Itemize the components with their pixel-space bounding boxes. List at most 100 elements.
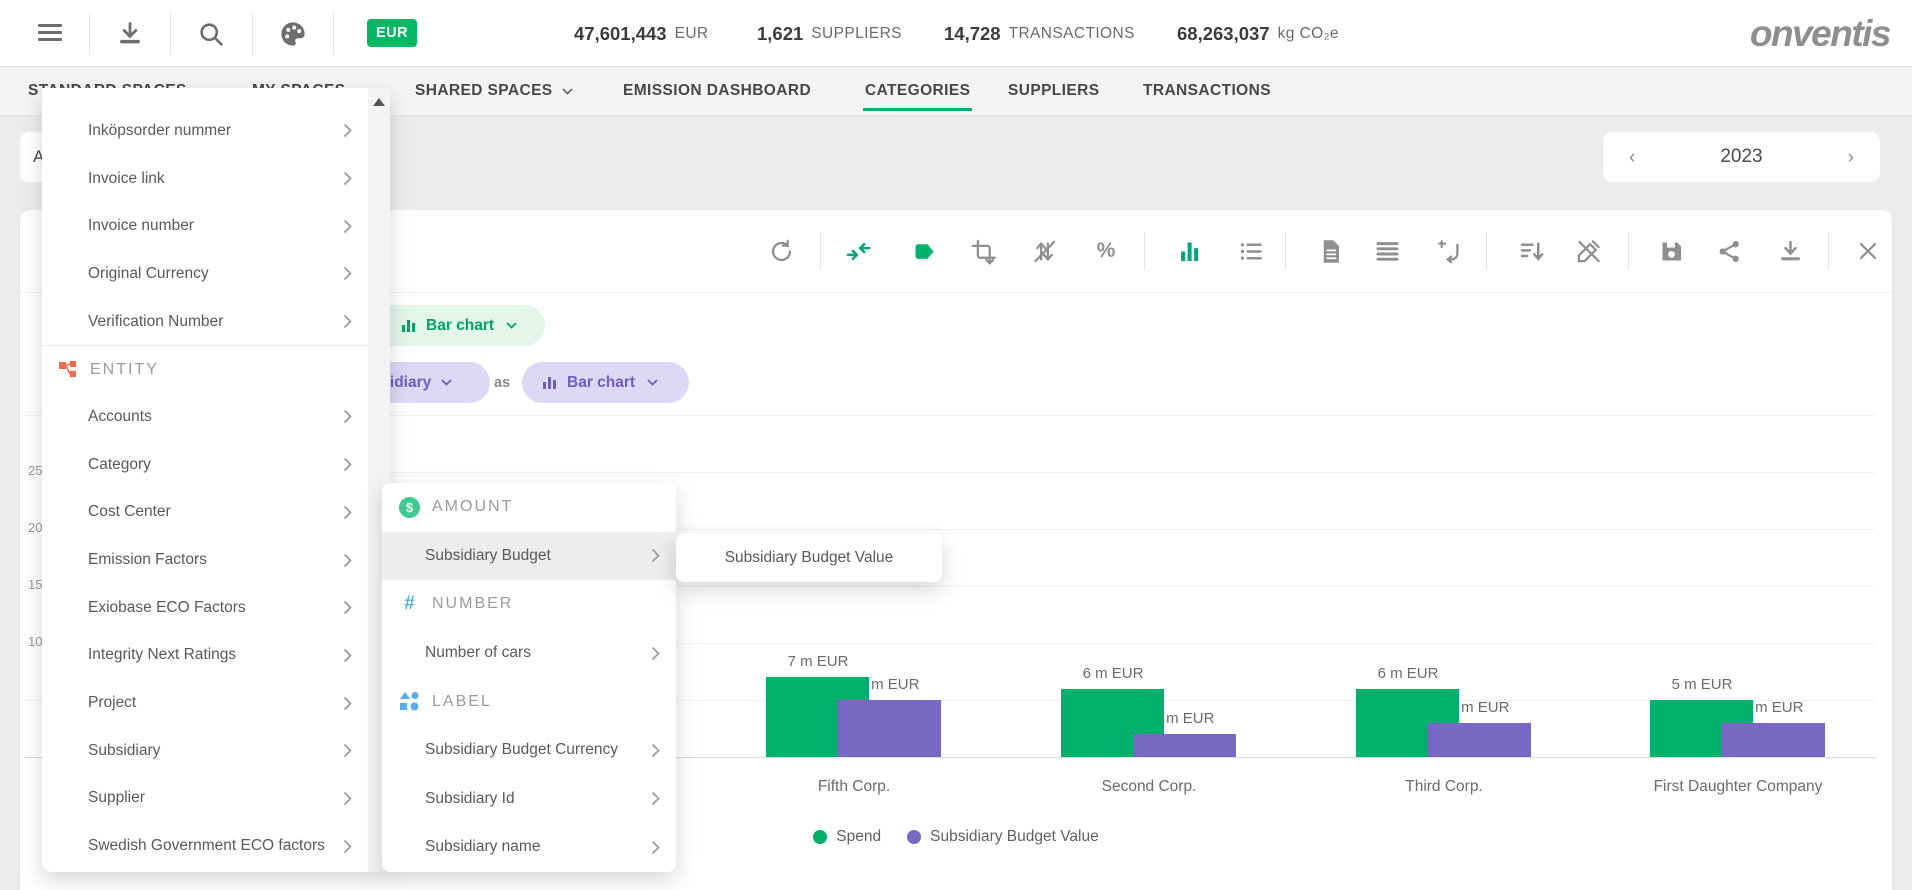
stat-value: 14,728: [944, 23, 1001, 45]
shapes-icon: [399, 691, 420, 712]
report-icon[interactable]: [1316, 237, 1344, 265]
chevron-right-icon: [343, 648, 352, 663]
share-icon[interactable]: [1715, 237, 1743, 265]
stat-label: EUR: [675, 25, 709, 43]
menu-item-project[interactable]: Project: [42, 679, 368, 727]
chevron-right-icon: [343, 123, 352, 138]
chevron-right-icon: [343, 219, 352, 234]
onventis-logo: onventis: [1750, 13, 1890, 55]
chevron-right-icon: [343, 839, 352, 854]
legend-item[interactable]: Spend: [813, 828, 881, 846]
menu-item-swedish-government-eco-factors[interactable]: Swedish Government ECO factors: [42, 822, 368, 870]
menu-item-inkopsorder-nummer[interactable]: Inköpsorder nummer: [42, 107, 368, 155]
legend-dot-icon: [813, 830, 827, 844]
download-icon[interactable]: [116, 20, 144, 48]
menu-item-supplier[interactable]: Supplier: [42, 775, 368, 823]
legend-label: Spend: [836, 828, 881, 846]
menu-item-exiobase-eco-factors[interactable]: Exiobase ECO Factors: [42, 584, 368, 632]
chevron-right-icon: [343, 600, 352, 615]
category-label: First Daughter Company: [1608, 778, 1868, 796]
nav-emission-dashboard[interactable]: EMISSION DASHBOARD: [623, 67, 811, 115]
list-view-icon[interactable]: [1236, 237, 1264, 265]
submenu-section-amount: $ AMOUNT: [382, 483, 676, 532]
menu-item-invoice-number[interactable]: Invoice number: [42, 202, 368, 250]
menu-item-category[interactable]: Category: [42, 441, 368, 489]
menu-item-original-currency[interactable]: Original Currency: [42, 250, 368, 298]
menu-item-cost-center[interactable]: Cost Center: [42, 489, 368, 537]
submenu-item-subsidiary-id[interactable]: Subsidiary Id: [382, 775, 676, 824]
menu-item-invoice-link[interactable]: Invoice link: [42, 155, 368, 203]
chevron-right-icon: [343, 314, 352, 329]
prev-year-button[interactable]: ‹: [1629, 148, 1635, 167]
legend-dot-icon: [907, 830, 921, 844]
submenu-item-number-of-cars[interactable]: Number of cars: [382, 629, 676, 678]
hash-icon: #: [399, 593, 420, 615]
menu-item-emission-factors[interactable]: Emission Factors: [42, 536, 368, 584]
submenu-item-subsidiary-budget[interactable]: Subsidiary Budget: [382, 532, 676, 581]
chevron-down-icon: [441, 379, 452, 386]
divider: [170, 13, 171, 55]
legend-item[interactable]: Subsidiary Budget Value: [907, 828, 1099, 846]
nav-categories[interactable]: CATEGORIES: [865, 67, 970, 115]
palette-icon[interactable]: [279, 20, 307, 48]
search-icon[interactable]: [197, 20, 225, 48]
table-rows-icon[interactable]: [1373, 237, 1401, 265]
nav-transactions[interactable]: TRANSACTIONS: [1143, 67, 1271, 115]
spend-bar-label: 6 m EUR: [1343, 665, 1473, 682]
render-type-pill[interactable]: Bar chart: [522, 362, 689, 403]
chevron-right-icon: [343, 409, 352, 424]
submenu-item-subsidiary-name[interactable]: Subsidiary name: [382, 823, 676, 872]
entity-icon: [58, 360, 77, 379]
crop-icon[interactable]: [969, 237, 997, 265]
flyout-subsidiary-budget-value[interactable]: Subsidiary Budget Value: [676, 533, 942, 582]
app-window: EUR 47,601,443 EUR 1,621 SUPPLIERS 14,72…: [0, 0, 1912, 890]
chevron-down-icon: [562, 88, 573, 95]
close-icon[interactable]: [1854, 237, 1882, 265]
as-label: as: [494, 375, 510, 391]
submenu-item-subsidiary-budget-currency[interactable]: Subsidiary Budget Currency: [382, 726, 676, 775]
design-off-icon[interactable]: [1574, 237, 1602, 265]
top-header: EUR 47,601,443 EUR 1,621 SUPPLIERS 14,72…: [0, 0, 1912, 67]
chevron-right-icon: [343, 505, 352, 520]
download-widget-icon[interactable]: [1776, 237, 1804, 265]
divider: [333, 13, 334, 55]
stat-value: 47,601,443: [574, 23, 667, 45]
menu-item-verification-number[interactable]: Verification Number: [42, 298, 368, 346]
merge-values-icon[interactable]: [844, 237, 872, 265]
stat-value: 1,621: [757, 23, 803, 45]
menu-section-entity: ENTITY: [42, 345, 368, 393]
bar-budget: [1428, 723, 1531, 757]
bar-chart-icon[interactable]: [1175, 237, 1203, 265]
chevron-right-icon: [651, 840, 660, 855]
legend-label: Subsidiary Budget Value: [930, 828, 1099, 846]
save-icon[interactable]: [1657, 237, 1685, 265]
menu-item-subsidiary[interactable]: Subsidiary: [42, 727, 368, 775]
next-year-button[interactable]: ›: [1848, 148, 1854, 167]
chevron-right-icon: [651, 791, 660, 806]
chevron-right-icon: [343, 791, 352, 806]
scroll-up-icon[interactable]: [373, 98, 385, 106]
menu-item-integrity-next-ratings[interactable]: Integrity Next Ratings: [42, 632, 368, 680]
bar-budget: [1722, 723, 1825, 757]
pivot-icon[interactable]: [1435, 237, 1463, 265]
sort-descending-icon[interactable]: [1517, 237, 1545, 265]
menu-icon[interactable]: [38, 20, 66, 48]
bar-chart-mini-icon: [543, 376, 557, 389]
sort-disabled-icon[interactable]: [1030, 237, 1058, 265]
bar-budget: [838, 700, 941, 757]
nav-suppliers[interactable]: SUPPLIERS: [1008, 67, 1099, 115]
percentage-icon[interactable]: %: [1092, 237, 1120, 265]
measure-submenu: $ AMOUNT Subsidiary Budget # NUMBER Numb…: [382, 483, 676, 872]
tag-icon[interactable]: [910, 237, 938, 265]
year-value: 2023: [1720, 146, 1762, 168]
divider: [89, 13, 90, 55]
bar-budget: [1133, 734, 1236, 757]
refresh-icon[interactable]: [767, 237, 795, 265]
nav-shared-spaces[interactable]: SHARED SPACES: [415, 67, 573, 115]
divider: [1628, 232, 1629, 270]
category-label: Third Corp.: [1314, 778, 1574, 796]
currency-badge[interactable]: EUR: [367, 19, 417, 47]
stat-total-spend: 47,601,443 EUR: [574, 0, 709, 67]
spend-bar-label: 5 m EUR: [1637, 676, 1767, 693]
menu-item-accounts[interactable]: Accounts: [42, 393, 368, 441]
